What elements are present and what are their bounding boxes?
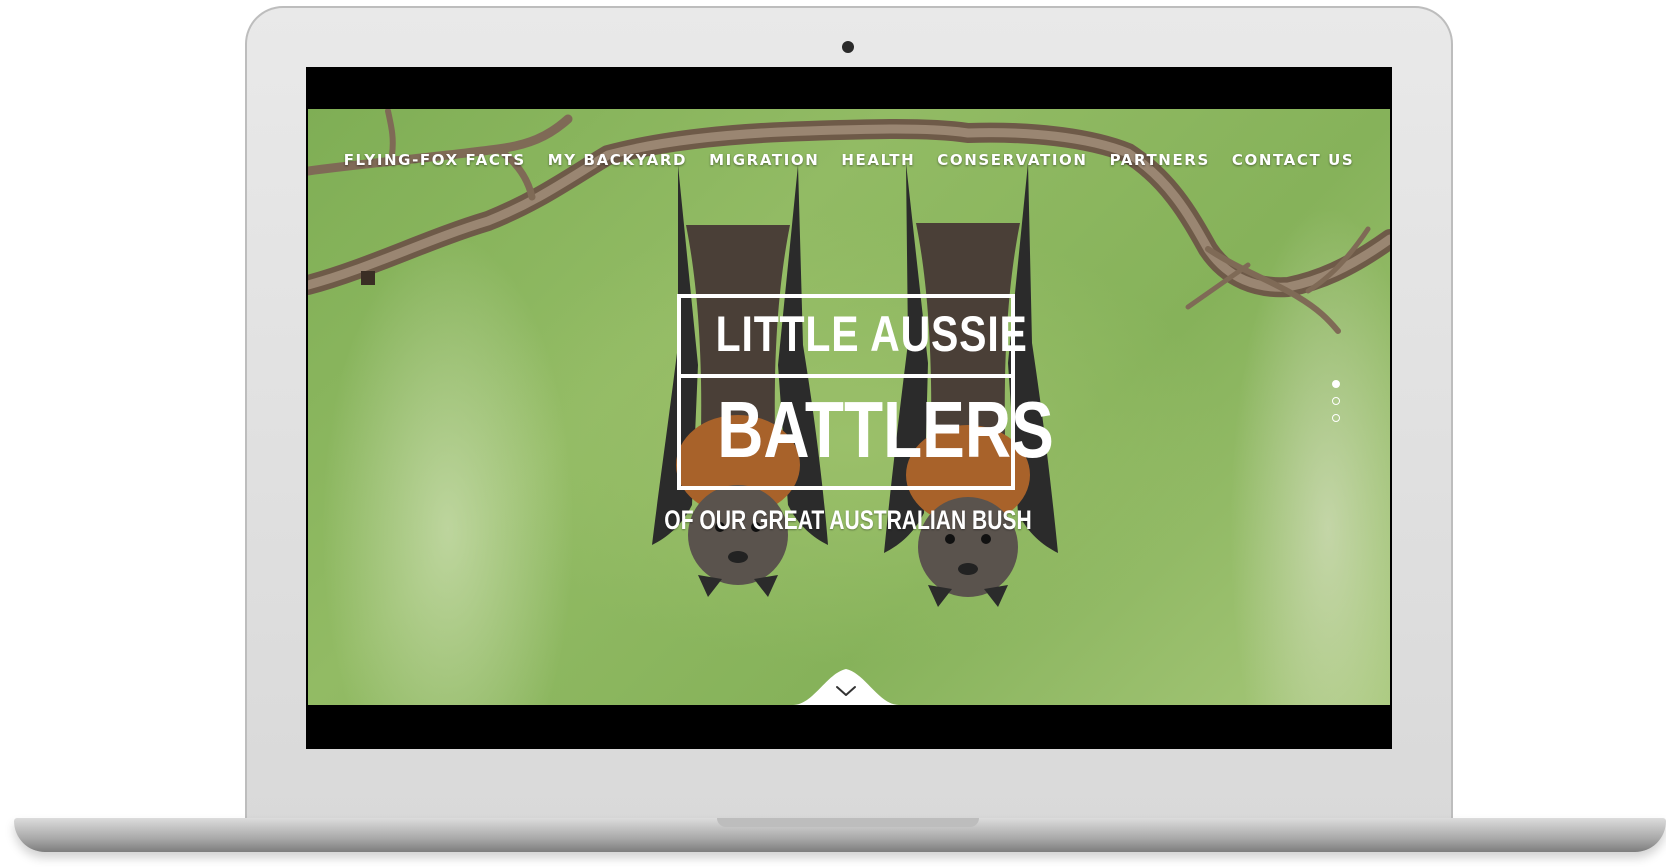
hero-tagline: OF OUR GREAT AUSTRALIAN BUSH xyxy=(664,505,1032,535)
nav-item-conservation[interactable]: CONSERVATION xyxy=(937,151,1087,169)
laptop-mockup: FLYING-FOX FACTS MY BACKYARD MIGRATION H… xyxy=(0,0,1666,867)
slider-dot-2[interactable] xyxy=(1332,397,1340,405)
nav-item-contact-us[interactable]: CONTACT US xyxy=(1232,151,1354,169)
slider-dot-1[interactable] xyxy=(1332,380,1340,388)
nav-item-flying-fox-facts[interactable]: FLYING-FOX FACTS xyxy=(344,151,526,169)
main-nav: FLYING-FOX FACTS MY BACKYARD MIGRATION H… xyxy=(308,151,1390,169)
logo-line-2: BATTLERS xyxy=(717,385,1054,474)
logo-divider xyxy=(681,374,1011,378)
nav-item-health[interactable]: HEALTH xyxy=(841,151,915,169)
site-logo[interactable]: LITTLE AUSSIE BATTLERS xyxy=(677,294,1054,490)
nav-item-migration[interactable]: MIGRATION xyxy=(709,151,819,169)
scroll-down-button[interactable] xyxy=(793,665,899,705)
slider-pagination xyxy=(1332,380,1340,422)
website-hero: FLYING-FOX FACTS MY BACKYARD MIGRATION H… xyxy=(308,109,1390,705)
logo-line-1: LITTLE AUSSIE xyxy=(715,306,1028,362)
nav-item-my-backyard[interactable]: MY BACKYARD xyxy=(548,151,687,169)
slider-dot-3[interactable] xyxy=(1332,414,1340,422)
camera-icon xyxy=(842,41,854,53)
nav-item-partners[interactable]: PARTNERS xyxy=(1110,151,1210,169)
laptop-base-notch xyxy=(717,818,979,827)
